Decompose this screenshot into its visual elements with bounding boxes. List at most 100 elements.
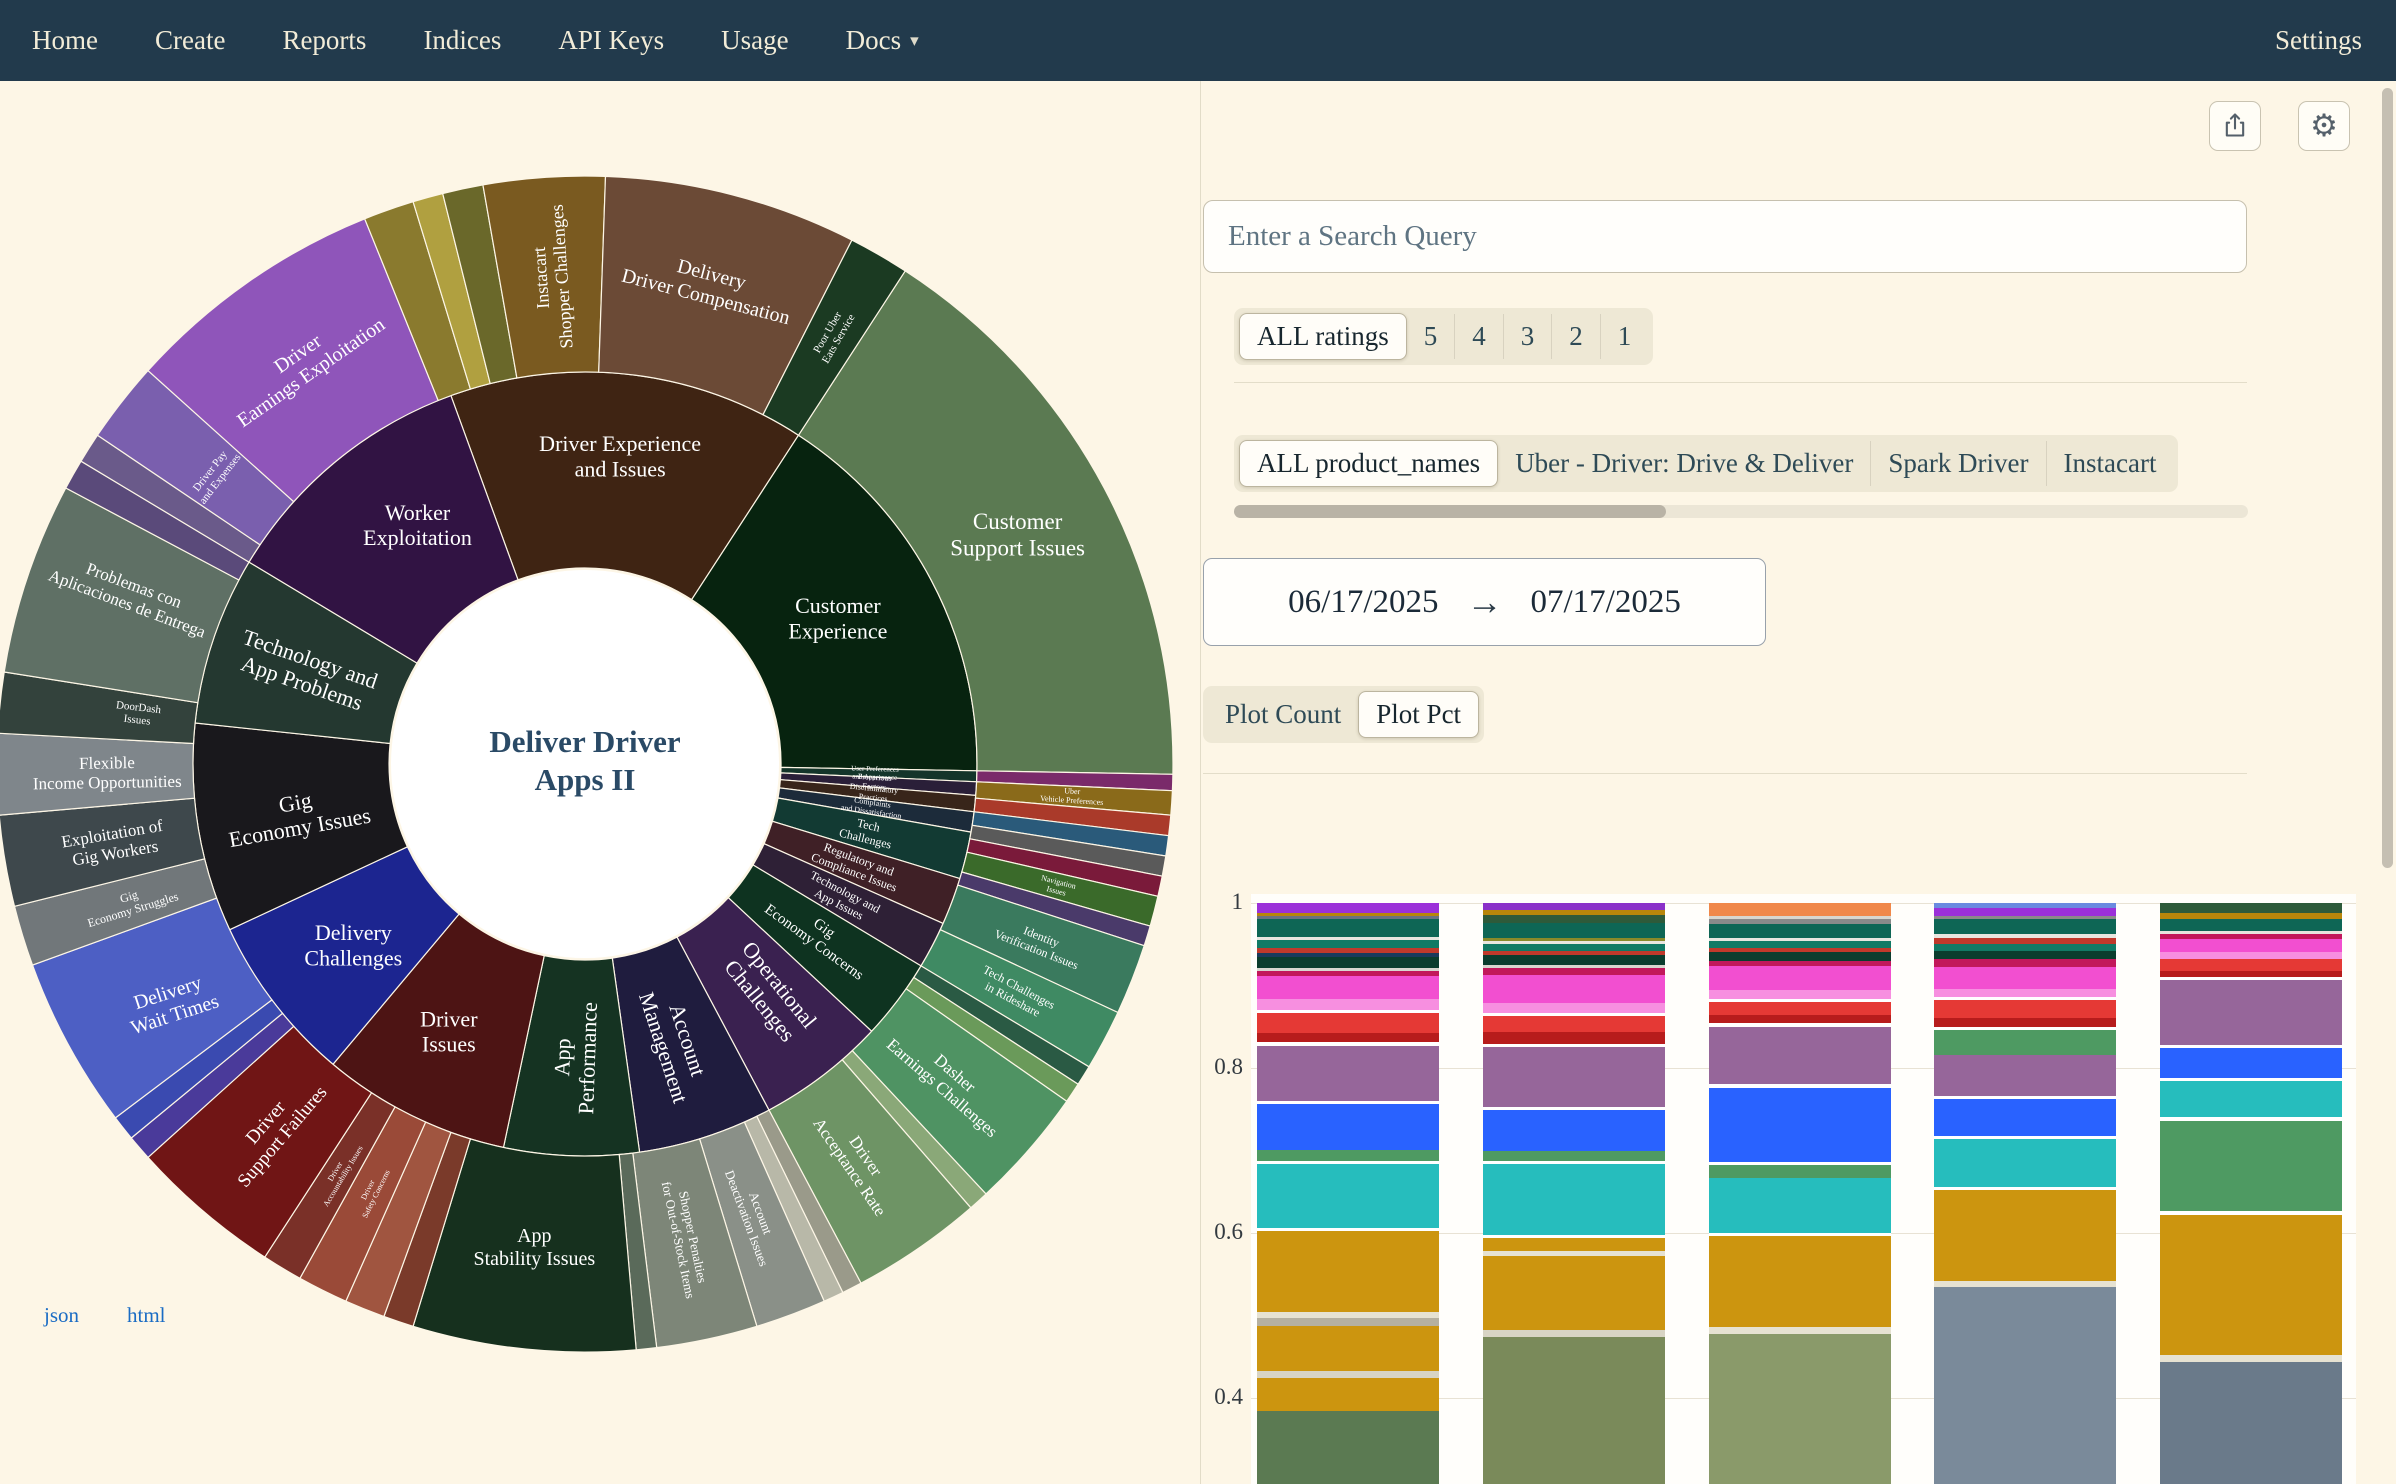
- date-range-picker[interactable]: 06/17/2025 → 07/17/2025: [1203, 558, 1766, 646]
- export-links: json html: [44, 1303, 166, 1328]
- bar-segment: [2160, 913, 2342, 920]
- bar-segment: [1709, 966, 1891, 991]
- bar-segment: [2160, 1048, 2342, 1078]
- date-range-start[interactable]: 06/17/2025: [1288, 584, 1438, 621]
- vertical-scrollbar-thumb[interactable]: [2382, 88, 2393, 868]
- main-nav: Home Create Reports Indices API Keys Usage Doc…: [0, 25, 919, 56]
- rating-tab-5[interactable]: 5: [1407, 314, 1455, 359]
- bar-segment: [1483, 1164, 1665, 1234]
- bar-segment: [1934, 919, 2116, 934]
- sunburst-panel: Deliver DriverApps IIDriver Experiencean…: [0, 81, 1200, 1484]
- product-tab-instacart[interactable]: Instacart: [2046, 441, 2174, 486]
- bar-segment: [1934, 989, 2116, 997]
- bar-segment: [1934, 959, 2116, 967]
- bar-segment: [1257, 1150, 1439, 1161]
- stacked-bar-3[interactable]: [1709, 903, 1891, 1484]
- bar-segment: [1257, 1318, 1439, 1326]
- bar-segment: [1934, 1018, 2116, 1026]
- bar-segment: [1257, 1013, 1439, 1033]
- date-range-end[interactable]: 07/17/2025: [1531, 584, 1681, 621]
- nav-item-api-keys[interactable]: API Keys: [558, 25, 664, 56]
- sunburst-label: DriverIssues: [420, 1006, 478, 1056]
- top-navbar: Home Create Reports Indices API Keys Usage Doc…: [0, 0, 2396, 81]
- plot-area[interactable]: [1251, 894, 2356, 1484]
- bar-segment: [2160, 903, 2342, 913]
- nav-item-docs[interactable]: Docs▾: [846, 25, 919, 56]
- stacked-bar-1[interactable]: [1257, 903, 1439, 1484]
- bar-segment: [1483, 1330, 1665, 1337]
- bar-segment: [1709, 1165, 1891, 1178]
- bar-segment: [2160, 1121, 2342, 1212]
- bar-segment: [1934, 1030, 2116, 1055]
- sunburst-label: User Preferencesand Appearance: [851, 764, 899, 781]
- json-link[interactable]: json: [44, 1303, 79, 1328]
- bar-segment: [1483, 903, 1665, 910]
- bar-segment: [1257, 1164, 1439, 1228]
- bar-segment: [1709, 1027, 1891, 1085]
- bar-segment: [1483, 1256, 1665, 1330]
- bar-segment: [1934, 1190, 2116, 1281]
- nav-item-home[interactable]: Home: [32, 25, 98, 56]
- bar-segment: [2160, 1355, 2342, 1362]
- horizontal-scrollbar-thumb[interactable]: [1234, 505, 1666, 518]
- bar-segment: [1257, 957, 1439, 969]
- bar-segment: [1257, 1378, 1439, 1411]
- plot-mode-toggle: Plot CountPlot Pct: [1203, 686, 1484, 743]
- plot-tab-plot-pct[interactable]: Plot Pct: [1358, 691, 1479, 738]
- bar-segment: [1483, 1337, 1665, 1484]
- bar-segment: [1483, 1238, 1665, 1251]
- bar-segment: [1483, 1032, 1665, 1044]
- bar-segment: [1483, 915, 1665, 923]
- bar-segment: [1934, 1287, 2116, 1484]
- bar-segment: [2160, 939, 2342, 952]
- bar-segment: [1934, 1281, 2116, 1288]
- bar-segment: [1709, 1178, 1891, 1232]
- nav-item-usage[interactable]: Usage: [721, 25, 788, 56]
- stacked-bar-5[interactable]: [2160, 903, 2342, 1484]
- nav-item-indices[interactable]: Indices: [423, 25, 501, 56]
- bar-segment: [1934, 938, 2116, 945]
- product-tab-uber-driver-drive-deliver[interactable]: Uber - Driver: Drive & Deliver: [1498, 441, 1870, 486]
- nav-item-reports[interactable]: Reports: [282, 25, 366, 56]
- rating-tab-2[interactable]: 2: [1551, 314, 1600, 359]
- bar-segment: [1483, 1047, 1665, 1106]
- product-tab-all-product-names[interactable]: ALL product_names: [1239, 440, 1498, 487]
- bar-segment: [2160, 980, 2342, 1044]
- bar-segment: [2160, 1215, 2342, 1355]
- stacked-bar-chart: 10.80.60.4: [1201, 894, 2396, 1484]
- sunburst-chart[interactable]: Deliver DriverApps IIDriver Experiencean…: [0, 164, 1185, 1364]
- html-link[interactable]: html: [127, 1303, 166, 1328]
- bar-segment: [2160, 1362, 2342, 1484]
- bar-segment: [1709, 903, 1891, 916]
- rating-tab-4[interactable]: 4: [1454, 314, 1503, 359]
- search-input[interactable]: [1203, 200, 2247, 273]
- rating-tab-1[interactable]: 1: [1600, 314, 1649, 359]
- plot-tab-plot-count[interactable]: Plot Count: [1208, 692, 1358, 737]
- bar-segment: [1257, 1411, 1439, 1484]
- query-panel: ⚙ ALL ratings54321 ALL product_namesUber…: [1200, 81, 2396, 1484]
- stacked-bar-4[interactable]: [1934, 903, 2116, 1484]
- y-axis-tick: 0.6: [1201, 1219, 1243, 1245]
- stacked-bar-2[interactable]: [1483, 903, 1665, 1484]
- sunburst-label: CustomerExperience: [788, 593, 887, 643]
- bar-segment: [1709, 924, 1891, 937]
- bar-segment: [1709, 1015, 1891, 1023]
- y-axis-tick: 0.4: [1201, 1384, 1243, 1410]
- bar-segment: [1934, 944, 2116, 951]
- bar-segment: [2160, 971, 2342, 978]
- rating-tab-all-ratings[interactable]: ALL ratings: [1239, 313, 1407, 360]
- product-tab-spark-driver[interactable]: Spark Driver: [1870, 441, 2045, 486]
- bar-segment: [1709, 941, 1891, 948]
- bar-segment: [1257, 1104, 1439, 1150]
- bar-segment: [1257, 1371, 1439, 1378]
- bar-segment: [1934, 1055, 2116, 1096]
- share-button[interactable]: [2209, 101, 2261, 151]
- nav-item-create[interactable]: Create: [155, 25, 225, 56]
- rating-tab-3[interactable]: 3: [1503, 314, 1552, 359]
- share-icon: [2221, 111, 2249, 142]
- bar-segment: [2160, 919, 2342, 931]
- settings-button[interactable]: ⚙: [2298, 101, 2350, 151]
- horizontal-scrollbar[interactable]: [1234, 505, 2248, 518]
- bar-segment: [1934, 967, 2116, 988]
- nav-item-settings[interactable]: Settings: [2275, 25, 2396, 56]
